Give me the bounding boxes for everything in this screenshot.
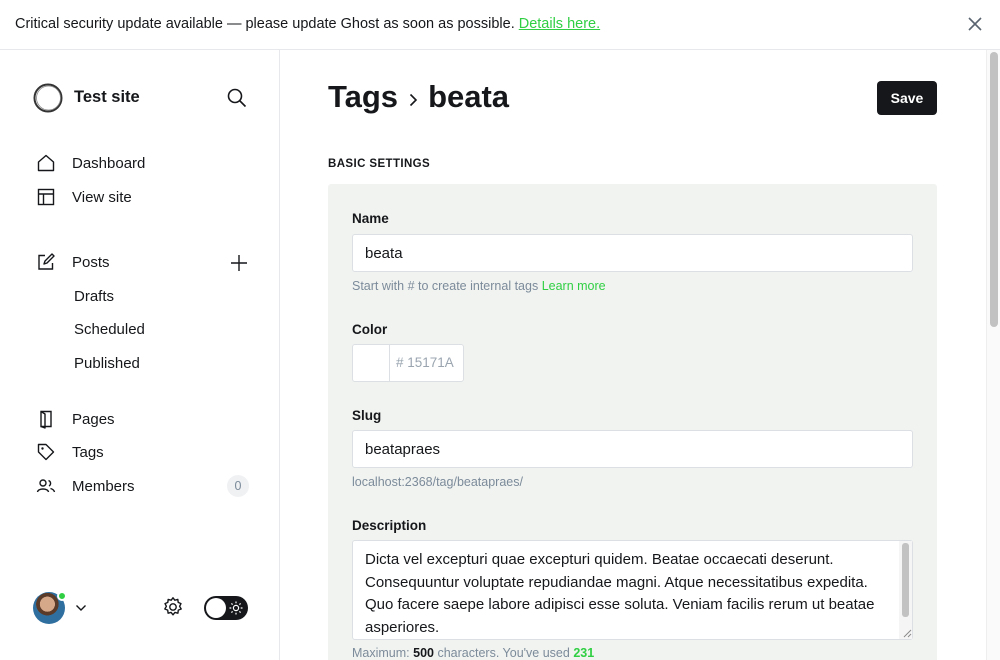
search-icon[interactable] [226,87,248,109]
nav-tags[interactable]: Tags [36,440,104,464]
nav-members-label: Members [72,477,135,495]
pencil-square-icon [38,253,55,270]
description-scrollbar[interactable] [899,541,912,639]
slug-url-preview: localhost:2368/tag/beatapraes/ [352,475,523,489]
nav-members[interactable]: Members [36,474,135,498]
plus-icon[interactable] [229,253,249,273]
nav-scheduled[interactable]: Scheduled [74,321,145,338]
sun-icon [229,601,243,615]
site-title[interactable]: Test site [74,88,140,107]
description-scroll-thumb[interactable] [902,543,909,617]
description-field[interactable]: Dicta vel excepturi quae excepturi quide… [352,540,913,640]
chevron-right-icon [409,93,418,107]
theme-toggle-knob [206,598,226,618]
house-icon [37,154,55,172]
color-swatch[interactable] [353,345,390,381]
nav-tags-label: Tags [72,443,104,461]
gear-icon[interactable] [162,596,184,618]
nav-drafts[interactable]: Drafts [74,288,114,305]
color-field: # 15171A [352,344,464,382]
name-field[interactable]: beata [352,234,913,272]
chevron-down-icon [76,605,86,611]
name-label: Name [352,211,389,226]
slug-field[interactable]: beatapraes [352,430,913,468]
page-scroll-thumb[interactable] [990,52,998,327]
description-label: Description [352,518,427,533]
character-count: Maximum: 500 characters. You've used 231 [352,646,594,660]
nav-view-site[interactable]: View site [36,185,132,209]
theme-toggle[interactable] [204,596,248,620]
nav-pages-label: Pages [72,410,115,428]
char-count-middle: characters. You've used [437,646,570,660]
breadcrumb: Tags beata [328,79,509,115]
nav-published[interactable]: Published [74,355,140,372]
resize-grip-icon[interactable] [901,627,912,638]
close-icon[interactable] [968,17,982,31]
name-hint-text: Start with # to create internal tags [352,279,539,293]
sidebar: Test site Dashboard View site Posts Draf… [0,50,280,660]
page-title: beata [428,79,510,114]
tag-icon [37,443,55,461]
nav-posts-label: Posts [72,253,110,271]
char-count-max: 500 [413,646,434,660]
color-label: Color [352,322,388,337]
banner-details-link[interactable]: Details here. [519,16,600,32]
site-logo-icon[interactable] [32,82,64,114]
security-banner: Critical security update available — ple… [0,0,1000,50]
slug-label: Slug [352,408,382,423]
learn-more-link[interactable]: Learn more [542,279,606,293]
char-count-used: 231 [573,646,595,660]
section-title-basic-settings: BASIC SETTINGS [328,158,431,170]
nav-pages[interactable]: Pages [36,407,115,431]
members-count-badge: 0 [227,475,249,497]
main-content: Tags beata Save BASIC SETTINGS Name beat… [280,50,986,660]
members-icon [36,479,56,493]
nav-view-site-label: View site [72,188,132,206]
page-icon [40,410,52,429]
banner-message: Critical security update available — ple… [15,16,515,32]
breadcrumb-tags-link[interactable]: Tags [328,79,398,115]
banner-text: Critical security update available — ple… [15,16,600,32]
page-scrollbar[interactable] [986,50,1000,660]
nav-dashboard[interactable]: Dashboard [36,151,145,175]
save-button[interactable]: Save [877,81,937,115]
color-input[interactable]: # 15171A [396,355,454,370]
user-menu[interactable] [33,591,91,624]
online-status-dot [57,591,67,601]
name-hint: Start with # to create internal tags Lea… [352,279,606,293]
basic-settings-panel: Name beata Start with # to create intern… [328,184,937,660]
layout-icon [37,188,55,206]
nav-posts[interactable]: Posts [36,250,110,274]
nav-dashboard-label: Dashboard [72,154,146,172]
char-count-prefix: Maximum: [352,646,410,660]
